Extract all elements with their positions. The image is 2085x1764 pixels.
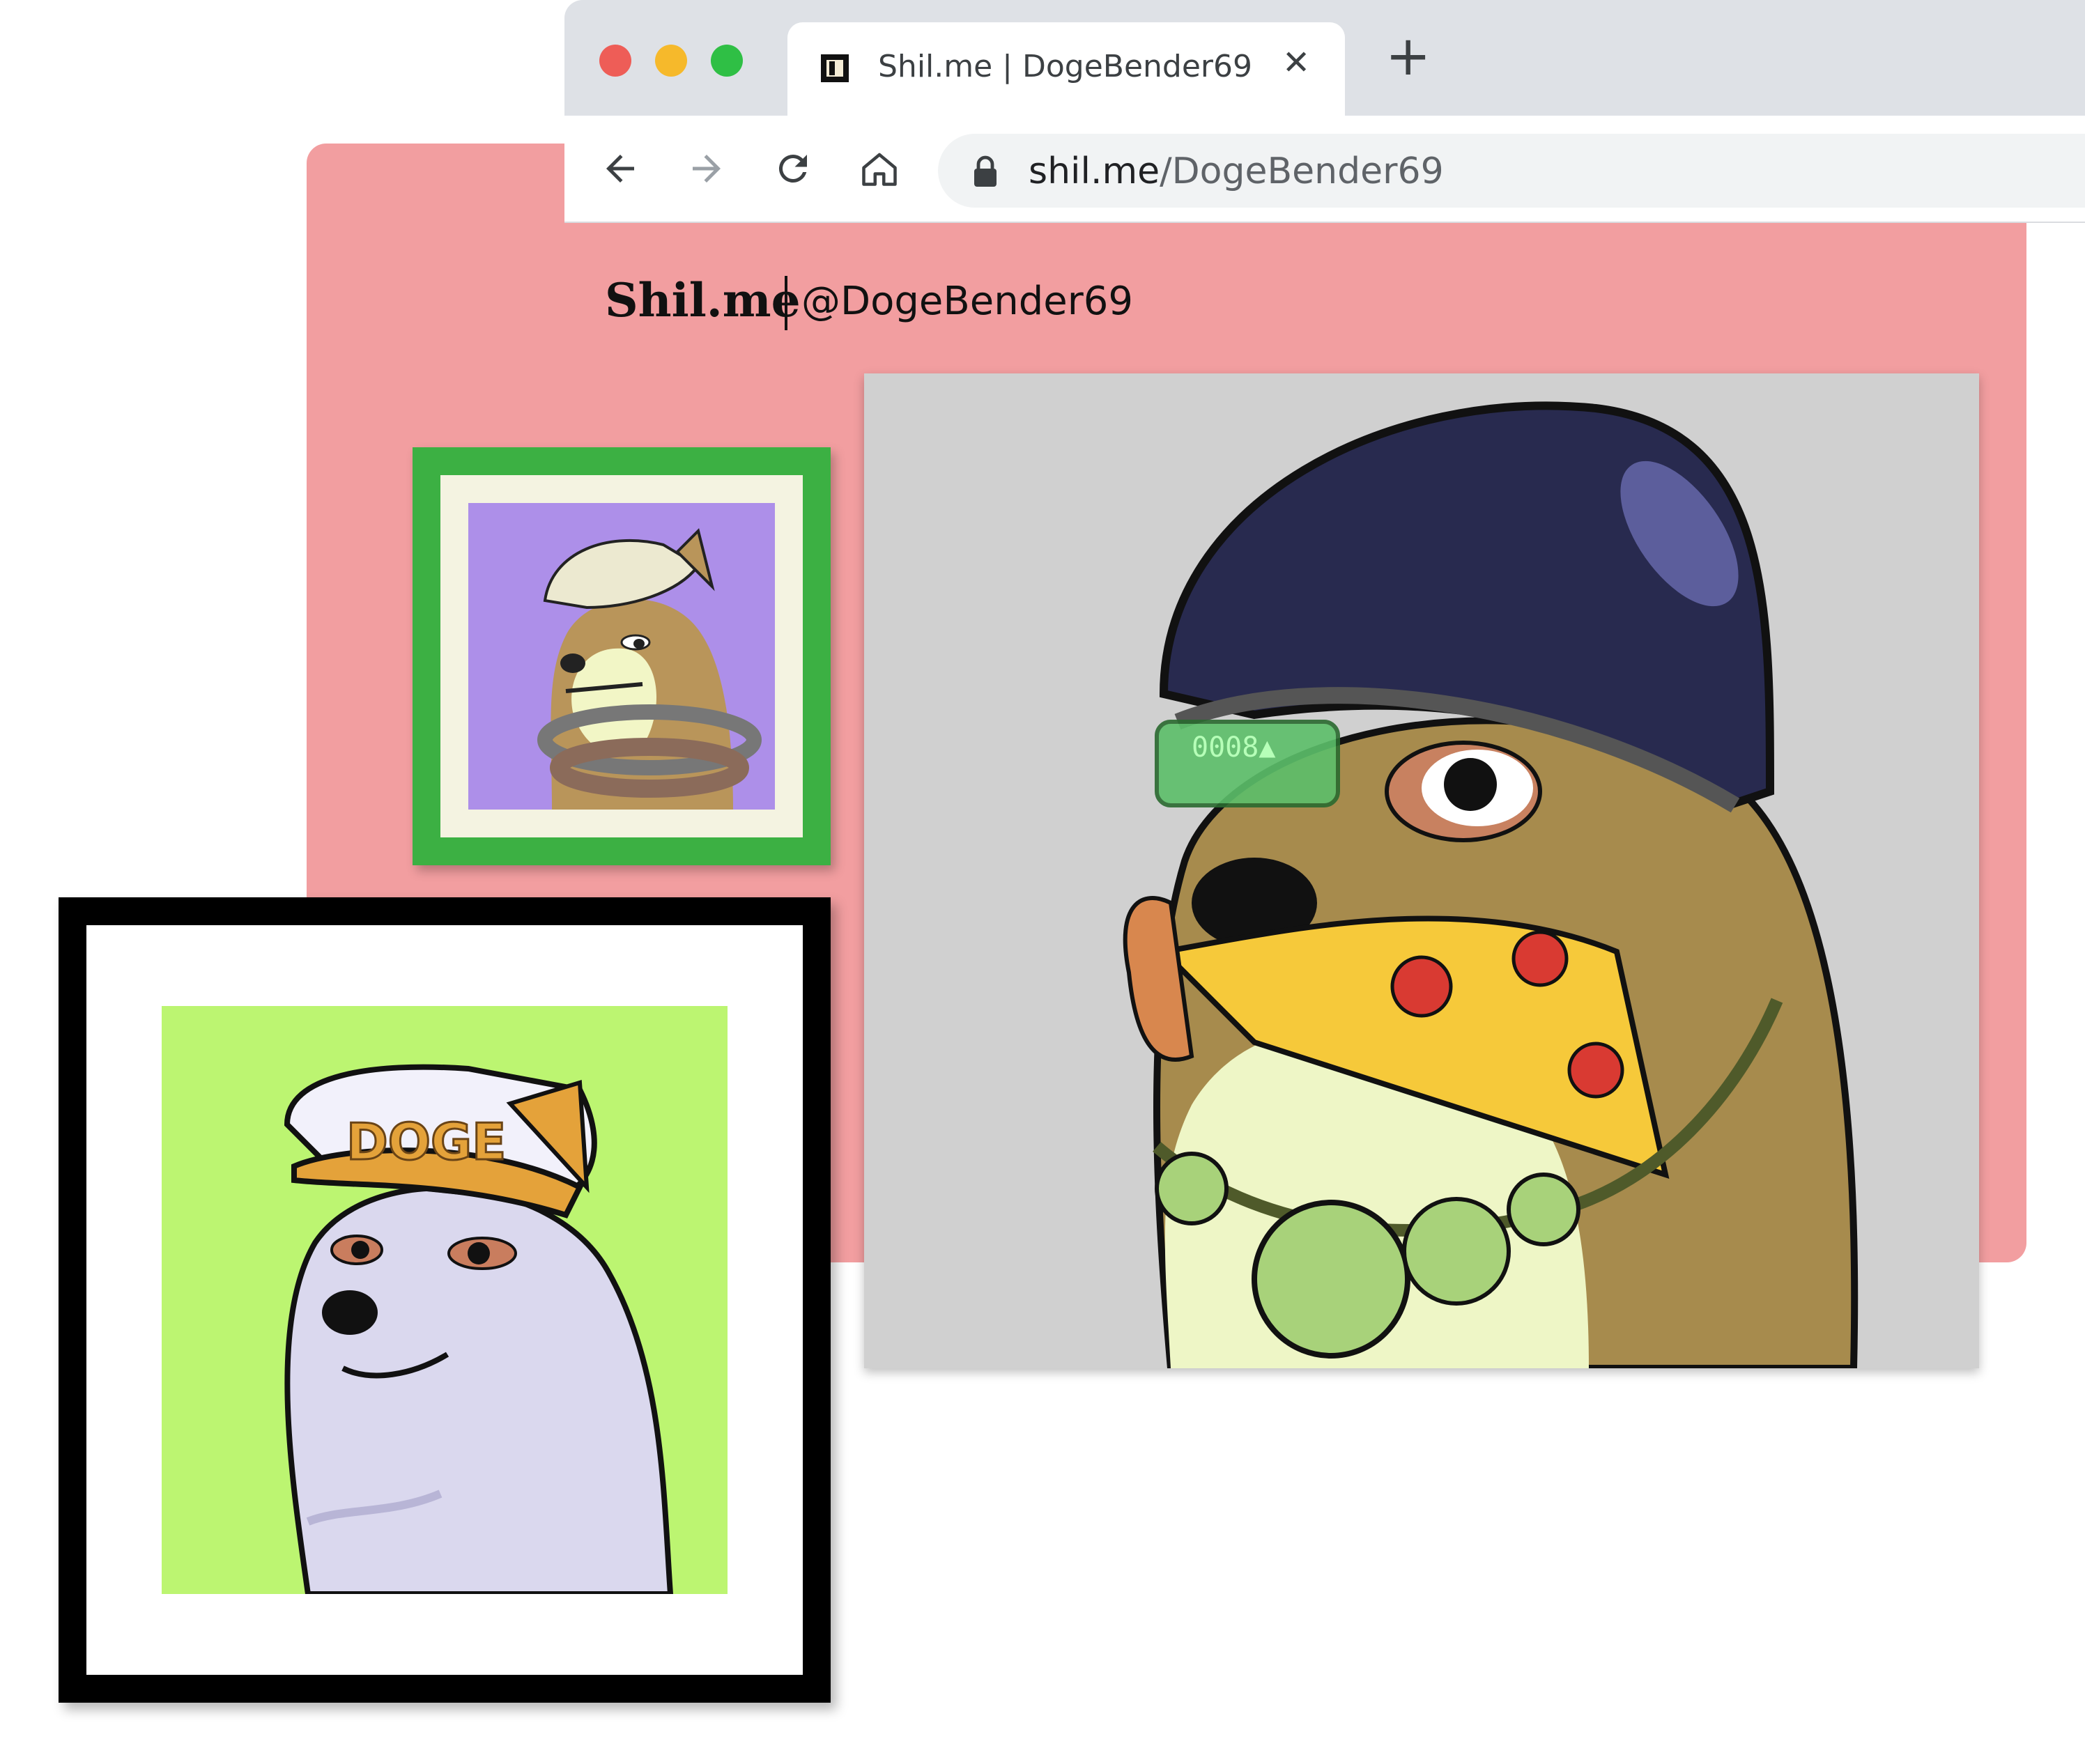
nft-image-cap-doge: DOGE (162, 1006, 728, 1594)
tab-title: Shil.me | DogeBender69 (878, 49, 1253, 84)
browser-tab[interactable]: Shil.me | DogeBender69 ✕ (787, 22, 1345, 116)
maximize-window-button[interactable] (711, 45, 743, 77)
address-bar[interactable]: shil.me/DogeBender69 (938, 134, 2085, 208)
minimize-window-button[interactable] (655, 45, 687, 77)
back-arrow-icon[interactable] (599, 148, 641, 189)
user-handle: @DogeBender69 (801, 279, 1134, 324)
home-icon[interactable] (859, 148, 900, 189)
nft-image-pizza-doge: 0008▲ (864, 373, 1979, 1368)
frame-mat: DOGE (86, 925, 803, 1675)
close-icon[interactable]: ✕ (1282, 43, 1310, 82)
reload-icon[interactable] (772, 148, 814, 189)
plus-icon[interactable]: + (1385, 29, 1431, 84)
forward-arrow-icon[interactable] (686, 148, 728, 189)
site-logo[interactable]: Shil.me (605, 273, 801, 327)
header-divider (785, 276, 787, 330)
lock-icon (971, 155, 999, 188)
browser-toolbar: shil.me/DogeBender69 (564, 116, 2085, 223)
visor-text: 0008▲ (1192, 732, 1275, 764)
nft-image-space-doge (468, 503, 775, 810)
url-text: shil.me/DogeBender69 (1029, 150, 1444, 192)
nft-frame-large[interactable]: DOGE (59, 897, 831, 1703)
browser-window: Shil.me | DogeBender69 ✕ + shil.me/DogeB… (564, 0, 2085, 223)
frame-mat (440, 475, 803, 837)
cap-text: DOGE (346, 1113, 506, 1171)
url-host: shil.me (1029, 150, 1160, 192)
close-window-button[interactable] (599, 45, 631, 77)
url-path: /DogeBender69 (1160, 150, 1444, 192)
tab-strip: Shil.me | DogeBender69 ✕ + (564, 0, 2085, 116)
site-favicon-icon (821, 54, 849, 82)
nft-frame-small[interactable] (413, 447, 831, 865)
